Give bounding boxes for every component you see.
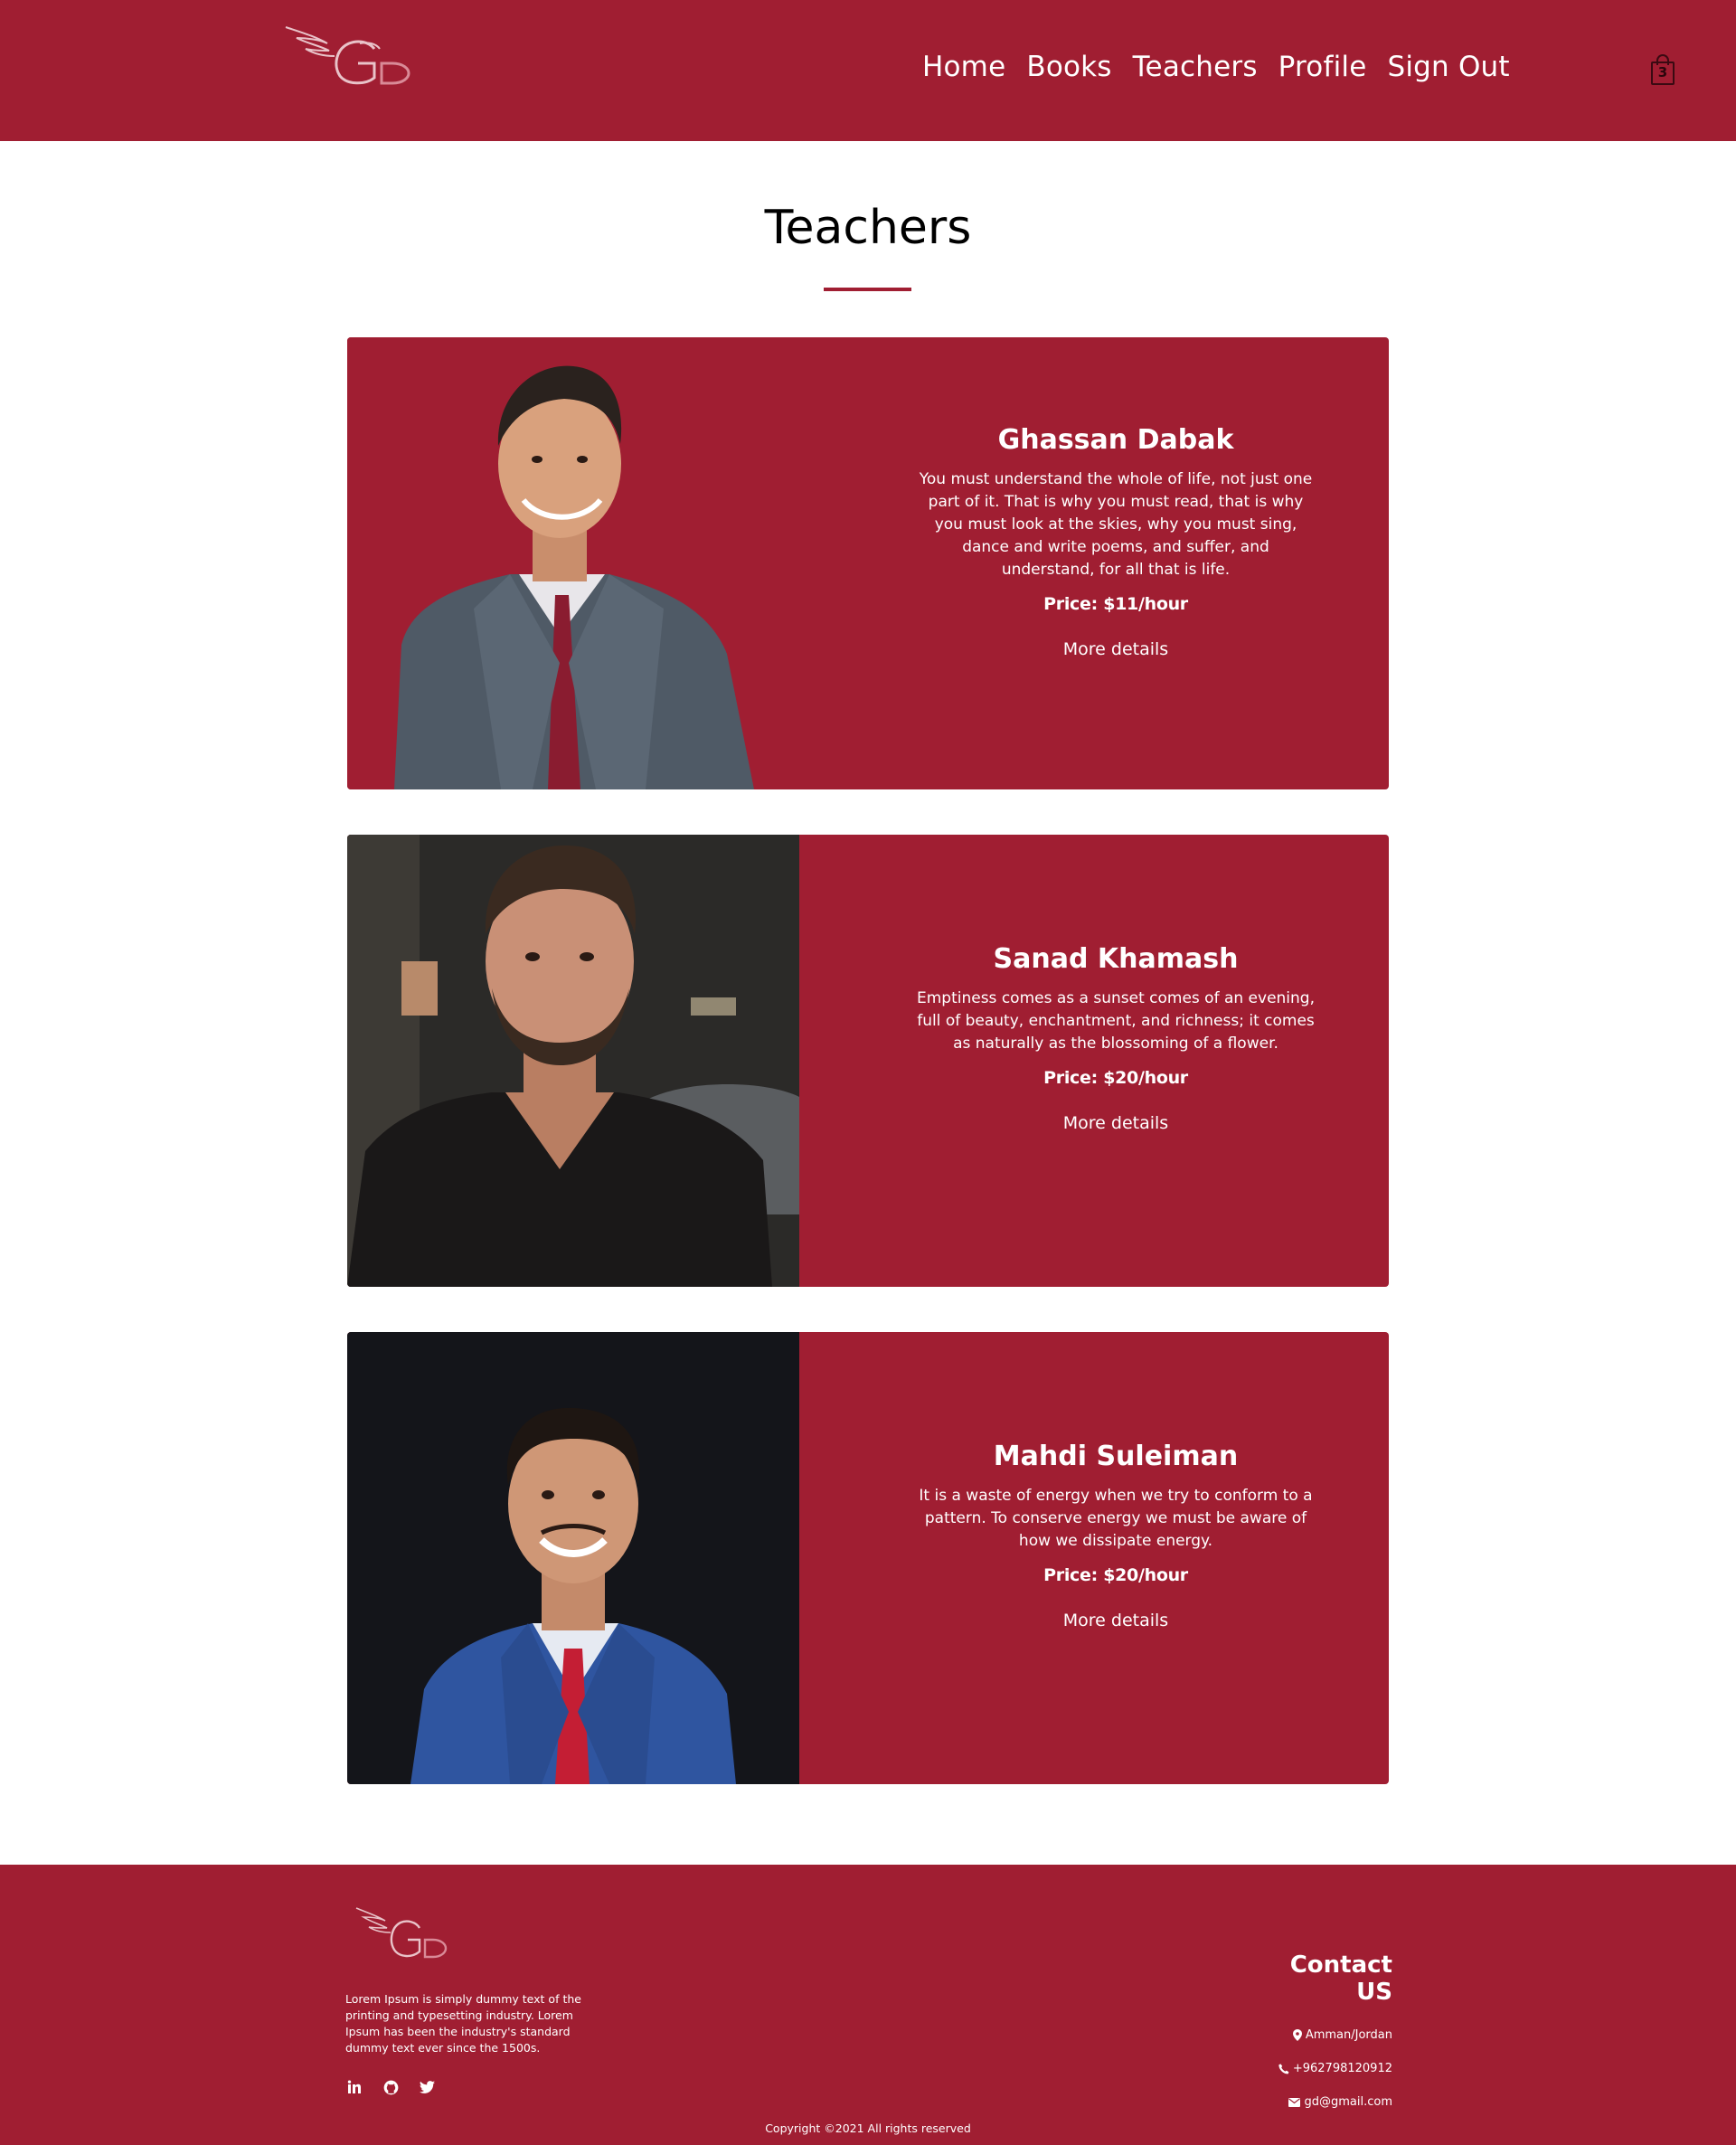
nav-sign-out[interactable]: Sign Out bbox=[1387, 51, 1509, 83]
map-pin-icon bbox=[1292, 2029, 1302, 2041]
nav-profile[interactable]: Profile bbox=[1278, 51, 1367, 83]
teacher-name: Sanad Khamash bbox=[993, 943, 1239, 975]
phone-icon bbox=[1278, 2063, 1289, 2074]
social-links bbox=[345, 2078, 436, 2096]
more-details-link[interactable]: More details bbox=[1063, 1113, 1168, 1133]
gd-logo[interactable] bbox=[354, 1904, 454, 1968]
teacher-info: Ghassan Dabak You must understand the wh… bbox=[908, 337, 1324, 789]
copyright-text: Copyright ©2021 All rights reserved bbox=[765, 2121, 971, 2135]
teacher-quote: Emptiness comes as a sunset comes of an … bbox=[916, 989, 1315, 1053]
teacher-price: Price: $11/hour bbox=[1043, 594, 1188, 614]
contact-title: Contact US bbox=[1289, 1951, 1392, 2006]
more-details-link[interactable]: More details bbox=[1063, 639, 1168, 659]
teacher-quote: It is a waste of energy when we try to c… bbox=[919, 1487, 1313, 1550]
cart-button[interactable]: 3 bbox=[1649, 52, 1678, 87]
nav-teachers[interactable]: Teachers bbox=[1133, 51, 1258, 83]
contact-phone: +962798120912 bbox=[1248, 2052, 1392, 2085]
teacher-name: Mahdi Suleiman bbox=[993, 1441, 1239, 1472]
teacher-name: Ghassan Dabak bbox=[997, 424, 1234, 456]
github-icon[interactable] bbox=[382, 2078, 400, 2096]
contact-location: Amman/Jordan bbox=[1248, 2018, 1392, 2052]
contact-section: Contact US Amman/Jordan +962798120912 gd… bbox=[1248, 1951, 1392, 2119]
contact-email: gd@gmail.com bbox=[1248, 2085, 1392, 2119]
email-text: gd@gmail.com bbox=[1304, 2095, 1392, 2109]
teacher-card: Sanad Khamash Emptiness comes as a sunse… bbox=[347, 835, 1389, 1287]
teacher-price: Price: $20/hour bbox=[1043, 1068, 1188, 1088]
more-details-link[interactable]: More details bbox=[1063, 1611, 1168, 1630]
nav-home[interactable]: Home bbox=[922, 51, 1005, 83]
location-text: Amman/Jordan bbox=[1305, 2028, 1392, 2042]
teacher-card: Mahdi Suleiman It is a waste of energy w… bbox=[347, 1332, 1389, 1784]
cart-count-badge: 3 bbox=[1657, 64, 1668, 80]
teacher-photo bbox=[347, 1332, 799, 1784]
navbar: Home Books Teachers Profile Sign Out 3 bbox=[0, 0, 1736, 141]
teacher-card: Ghassan Dabak You must understand the wh… bbox=[347, 337, 1389, 789]
teacher-info: Mahdi Suleiman It is a waste of energy w… bbox=[908, 1332, 1324, 1784]
linkedin-icon[interactable] bbox=[345, 2078, 363, 2096]
envelope-icon bbox=[1288, 2097, 1301, 2107]
teacher-photo bbox=[347, 835, 799, 1287]
teacher-price: Price: $20/hour bbox=[1043, 1565, 1188, 1585]
page-title: Teachers bbox=[764, 201, 972, 255]
teacher-photo bbox=[347, 337, 799, 789]
teacher-quote: You must understand the whole of life, n… bbox=[919, 470, 1313, 579]
nav-books[interactable]: Books bbox=[1026, 51, 1111, 83]
footer: Lorem Ipsum is simply dummy text of the … bbox=[0, 1865, 1736, 2145]
twitter-icon[interactable] bbox=[418, 2078, 436, 2096]
footer-about-text: Lorem Ipsum is simply dummy text of the … bbox=[345, 1992, 581, 2055]
gd-logo[interactable] bbox=[284, 24, 420, 92]
phone-text: +962798120912 bbox=[1292, 2062, 1392, 2075]
teacher-info: Sanad Khamash Emptiness comes as a sunse… bbox=[908, 835, 1324, 1287]
title-underline bbox=[824, 288, 911, 291]
main-nav: Home Books Teachers Profile Sign Out bbox=[922, 51, 1510, 83]
